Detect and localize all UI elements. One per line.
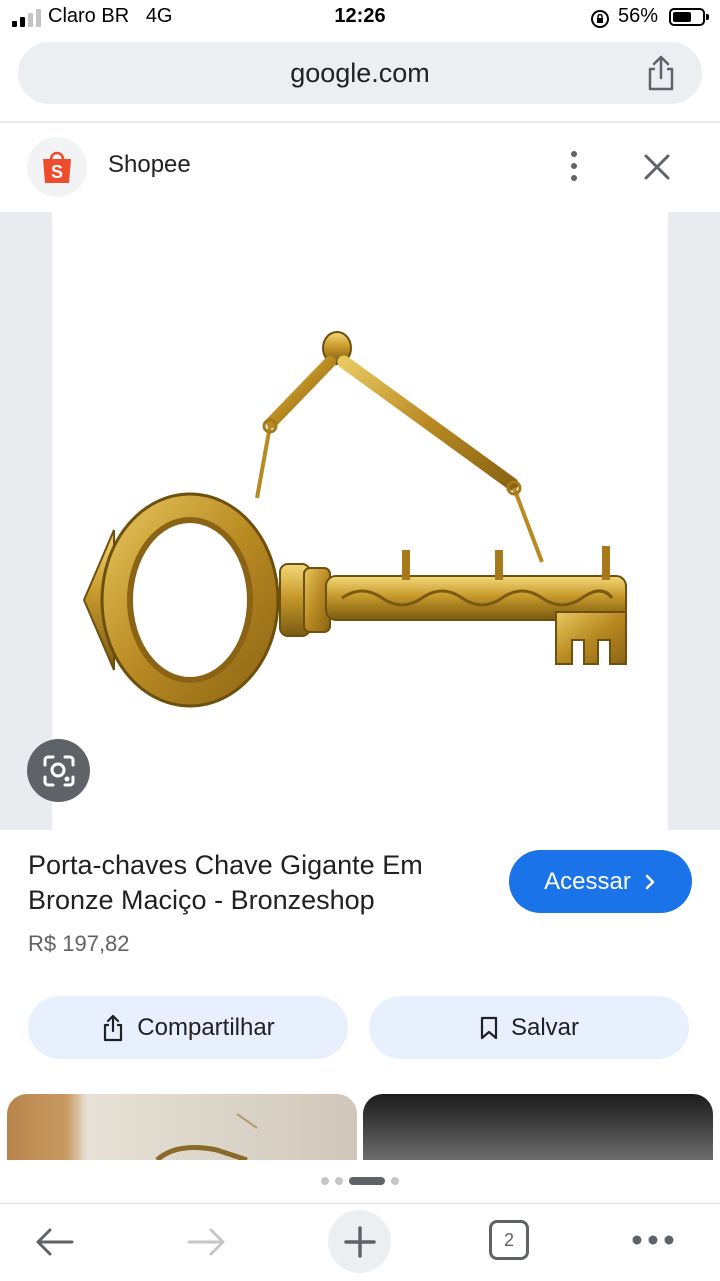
plus-icon: [343, 1225, 376, 1258]
share-icon[interactable]: [644, 54, 678, 97]
google-lens-button[interactable]: [27, 739, 90, 802]
save-button-label: Salvar: [510, 1013, 580, 1041]
pager-dot-active: [349, 1177, 385, 1185]
related-image-thumbnail[interactable]: [7, 1094, 357, 1160]
pager-dot: [321, 1177, 329, 1185]
product-image[interactable]: [52, 212, 668, 830]
product-price: R$ 197,82: [28, 931, 130, 956]
source-name[interactable]: Shopee: [108, 151, 191, 179]
url-text[interactable]: google.com: [18, 58, 702, 89]
close-icon[interactable]: [640, 150, 674, 189]
tab-count: 2: [503, 1229, 514, 1250]
forward-arrow-icon[interactable]: [185, 1222, 229, 1267]
divider: [0, 121, 720, 123]
share-button-label: Compartilhar: [137, 1013, 275, 1041]
share-button[interactable]: Compartilhar: [28, 996, 348, 1059]
bookmark-icon: [480, 1016, 498, 1039]
shopee-logo-letter: S: [51, 162, 63, 182]
brass-key-holder-image: [82, 331, 627, 708]
visit-button-label: Acessar: [544, 867, 631, 895]
related-image-thumbnail[interactable]: [363, 1094, 713, 1160]
status-time: 12:26: [334, 5, 386, 27]
address-bar[interactable]: google.com: [18, 42, 702, 104]
share-icon: [104, 1014, 123, 1041]
save-button[interactable]: Salvar: [369, 996, 689, 1059]
product-title[interactable]: Porta-chaves Chave Gigante Em Bronze Mac…: [28, 848, 488, 918]
battery-icon: [669, 8, 709, 26]
related-image-1: [155, 1113, 258, 1160]
battery-percent: 56%: [618, 5, 659, 27]
pager-dot: [335, 1177, 343, 1185]
shopee-bag-icon: S: [27, 137, 87, 197]
chevron-right-icon: [645, 874, 655, 889]
new-tab-button[interactable]: [328, 1210, 391, 1273]
visit-button[interactable]: Acessar: [509, 850, 692, 913]
tab-switcher-button[interactable]: 2: [489, 1220, 529, 1260]
lens-search-icon: [43, 755, 74, 786]
carousel-pager: [0, 1175, 720, 1187]
more-vert-icon[interactable]: [556, 148, 592, 189]
more-horiz-icon[interactable]: [631, 1230, 675, 1255]
pager-dot: [391, 1177, 399, 1185]
orientation-lock-icon: [590, 9, 610, 34]
back-arrow-icon[interactable]: [32, 1222, 76, 1267]
